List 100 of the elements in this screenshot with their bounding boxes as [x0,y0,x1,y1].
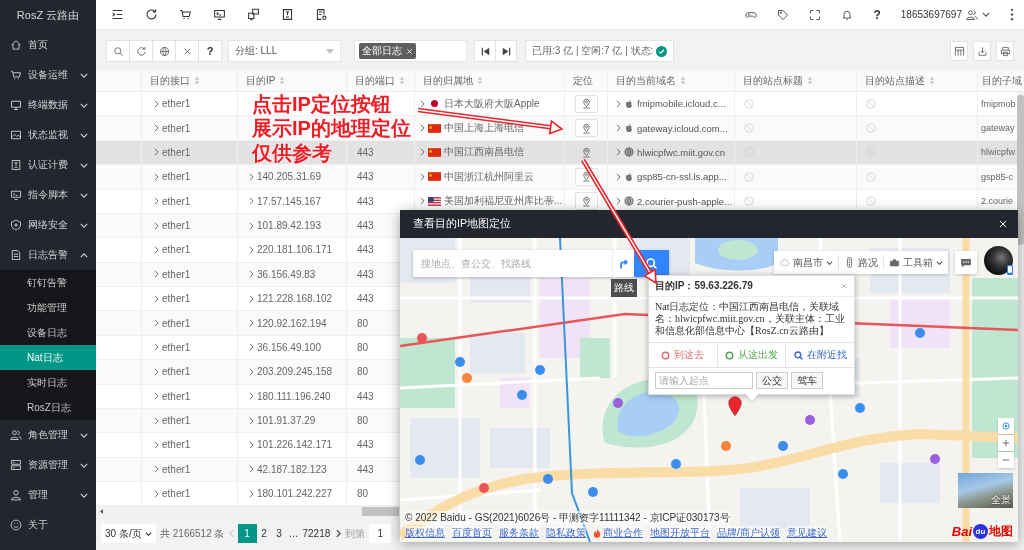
chevron-right-icon[interactable] [616,172,621,181]
traffic-button[interactable]: 路况 [839,255,884,270]
sidebar-item[interactable]: 指令脚本 [0,180,96,210]
city-select[interactable]: 南昌市 [774,255,839,270]
chevron-right-icon[interactable] [249,197,254,206]
chevron-right-icon[interactable] [420,172,425,181]
sidebar-subitem[interactable]: 钉钉告警 [0,270,96,295]
sidebar-item[interactable]: 管理 [0,480,96,510]
chevron-right-icon[interactable] [616,99,621,108]
cluster-icon[interactable] [247,8,260,21]
scroll-left-icon[interactable] [100,509,103,515]
chevron-right-icon[interactable] [249,367,254,376]
sidebar-item[interactable]: 日志告警 [0,240,96,270]
help-button[interactable]: ? [873,7,881,22]
page-number[interactable]: 2 [256,524,272,544]
id-card-icon[interactable] [281,8,294,21]
user-menu[interactable]: 18653697697 [900,8,990,21]
chevron-right-icon[interactable] [249,465,254,474]
refresh-icon[interactable] [145,8,158,21]
footer-link[interactable]: 意见建议 [786,526,827,540]
chevron-right-icon[interactable] [154,343,159,352]
travel-mode-button[interactable]: 驾车 [791,372,823,389]
page-number[interactable]: 72218 [300,524,333,544]
more-icon[interactable] [1010,8,1014,21]
column-header[interactable]: 目的归属地 [423,73,473,88]
sidebar-item[interactable]: 认证计费 [0,150,96,180]
next-page-icon[interactable] [336,529,342,539]
locate-button[interactable] [574,192,598,211]
chevron-right-icon[interactable] [420,124,425,133]
chevron-right-icon[interactable] [154,172,159,181]
chevron-right-icon[interactable] [249,319,254,328]
message-button[interactable] [955,251,977,274]
chevron-right-icon[interactable] [154,197,159,206]
vertical-scrollbar[interactable] [1017,92,1024,507]
page-number[interactable]: 1 [237,524,257,544]
sidebar-subitem[interactable]: 设备日志 [0,320,96,345]
search-field[interactable]: 搜地点、查公交、找路线 [413,250,612,277]
chevron-right-icon[interactable] [154,319,159,328]
chevron-right-icon[interactable] [154,416,159,425]
footer-link[interactable]: 百度首页 [452,526,492,540]
sidebar-subitem[interactable]: Nat日志 [0,345,96,370]
page-input[interactable]: 1 [369,524,392,544]
chevron-right-icon[interactable] [616,148,621,157]
chevron-right-icon[interactable] [420,99,425,108]
chevron-right-icon[interactable] [249,270,254,279]
chevron-right-icon[interactable] [616,197,621,206]
footer-link[interactable]: 版权信息 [405,526,445,540]
cart-icon[interactable] [179,8,192,21]
chevron-right-icon[interactable] [154,392,159,401]
sidebar-item[interactable]: 首页 [0,30,96,60]
chevron-right-icon[interactable] [249,416,254,425]
chevron-right-icon[interactable] [154,294,159,303]
sidebar-item[interactable]: 状态监视 [0,120,96,150]
footer-link[interactable]: 商业合作 [603,526,643,540]
previous-button[interactable] [474,40,496,62]
sidebar-item[interactable]: 设备运维 [0,60,96,90]
sidebar-subitem[interactable]: 功能管理 [0,295,96,320]
start-point-field[interactable]: 请输入起点 [655,372,753,389]
column-header[interactable]: 目的站点标题 [743,73,803,88]
route-button[interactable] [612,250,634,277]
sidebar-item[interactable]: 角色管理 [0,420,96,450]
chevron-right-icon[interactable] [249,440,254,449]
tag-icon[interactable] [777,8,790,21]
chevron-right-icon[interactable] [420,148,425,157]
chevron-right-icon[interactable] [154,367,159,376]
globe-button[interactable] [152,40,176,62]
chevron-right-icon[interactable] [154,221,159,230]
column-header[interactable]: 目的接口 [150,73,190,88]
terminal-icon[interactable] [213,8,226,21]
chevron-right-icon[interactable] [249,221,254,230]
print-button[interactable] [996,41,1014,61]
menu-icon[interactable] [111,8,124,21]
travel-mode-button[interactable]: 公交 [756,372,788,389]
fullscreen-icon[interactable] [809,8,822,21]
chevron-right-icon[interactable] [154,489,159,498]
chevron-right-icon[interactable] [154,440,159,449]
chevron-right-icon[interactable] [154,465,159,474]
export-button[interactable] [973,41,991,61]
page-size-select[interactable]: 30 条/页 [101,524,156,544]
page-number[interactable]: 3 [271,524,287,544]
refresh-button[interactable] [129,40,153,62]
filter-tag[interactable]: 全部日志 [359,43,416,59]
column-header[interactable]: 目的端口 [355,73,395,88]
chevron-right-icon[interactable] [249,489,254,498]
next-button[interactable] [495,40,517,62]
chevron-right-icon[interactable] [154,245,159,254]
scrollbar-thumb[interactable] [362,507,399,517]
sidebar-item[interactable]: 资源管理 [0,450,96,480]
sidebar-item[interactable]: 终端数据 [0,90,96,120]
footer-link[interactable]: 隐私政策 [546,526,586,540]
chevron-right-icon[interactable] [249,343,254,352]
footer-link[interactable]: 地图开放平台 [650,526,710,540]
document-icon[interactable] [315,8,328,21]
chevron-right-icon[interactable] [249,245,254,254]
column-header[interactable]: 目的当前域名 [616,73,676,88]
log-filter-select[interactable]: 全部日志 [354,40,467,62]
chevron-right-icon[interactable] [616,124,621,133]
chevron-right-icon[interactable] [420,197,425,206]
street-view-thumbnail[interactable]: 全景 [958,473,1013,508]
sidebar-subitem[interactable]: RosZ日志 [0,395,96,420]
